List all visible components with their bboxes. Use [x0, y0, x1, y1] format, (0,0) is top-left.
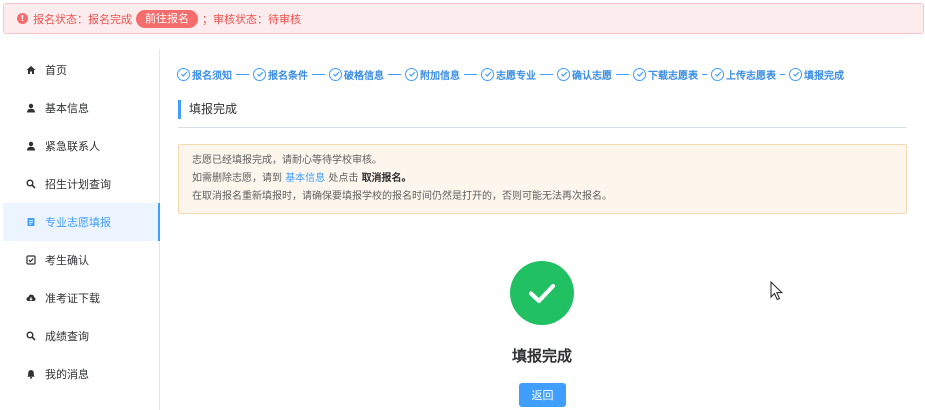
step-label: 填报完成: [804, 70, 844, 82]
step-item[interactable]: 志愿专业: [481, 67, 536, 82]
sidebar-item-label: 紧急联系人: [45, 140, 100, 153]
sidebar-item-label: 准考证下载: [45, 292, 100, 305]
user-icon: [23, 103, 39, 113]
sidebar-item-label: 招生计划查询: [45, 178, 111, 191]
step-connector: [312, 73, 325, 75]
sidebar-item-admission-ticket[interactable]: 准考证下载: [3, 279, 159, 317]
step-item[interactable]: 报名须知: [177, 67, 232, 82]
document-icon: [23, 217, 39, 227]
step-item[interactable]: 填报完成: [789, 67, 844, 82]
sidebar-item-label: 基本信息: [45, 102, 89, 115]
step-connector: [616, 73, 629, 75]
success-check-icon: [510, 261, 574, 325]
check-circle-icon: [789, 67, 802, 81]
step-connector: [464, 73, 477, 75]
status-separator: ；: [202, 12, 213, 26]
step-connector: [540, 73, 553, 75]
notice-line-1: 志愿已经填报完成，请耐心等待学校审核。: [192, 155, 382, 166]
notice-text: 如需删除志愿，请到: [192, 173, 282, 184]
sidebar-item-candidate-confirm[interactable]: 考生确认: [3, 241, 159, 279]
home-icon: [23, 65, 39, 75]
bell-icon: [23, 369, 39, 379]
step-label: 确认志愿: [572, 70, 612, 82]
notice-line-2: 如需删除志愿，请到 基本信息 处点击 取消报名。: [192, 170, 893, 188]
cancel-registration-text: 取消报名。: [361, 173, 412, 184]
progress-steps: 报名须知 报名条件 破格信息 附加信息 志愿专业 确认志愿 下载志愿表 上传志愿…: [177, 65, 907, 83]
step-label: 报名条件: [268, 70, 308, 82]
step-label: 志愿专业: [496, 70, 536, 82]
section-title: 填报完成: [178, 100, 237, 119]
error-icon: !: [17, 13, 28, 24]
check-circle-icon: [633, 67, 646, 81]
sidebar-item-basic-info[interactable]: 基本信息: [3, 89, 159, 127]
notice-line-3: 在取消报名重新填报时，请确保要填报学校的报名时间仍然是打开的，否则可能无法再次报…: [192, 191, 612, 202]
mouse-cursor-icon: [770, 281, 784, 301]
result-title: 填报完成: [511, 347, 572, 365]
basic-info-link[interactable]: 基本信息: [285, 173, 325, 184]
step-connector: [702, 73, 707, 75]
check-circle-icon: [405, 67, 418, 81]
step-item[interactable]: 报名条件: [253, 67, 308, 82]
sidebar-item-label: 专业志愿填报: [45, 216, 111, 229]
step-label: 破格信息: [344, 70, 384, 82]
sidebar-nav: 首页 基本信息 紧急联系人 招生计划查询 专业志愿填报 考生确认 准考证下载 成…: [3, 49, 160, 410]
cloud-download-icon: [23, 293, 39, 303]
step-item[interactable]: 下载志愿表: [633, 67, 698, 82]
check-circle-icon: [177, 67, 190, 81]
check-circle-icon: [253, 67, 266, 81]
back-button[interactable]: 返回: [519, 383, 566, 407]
step-connector: [388, 73, 401, 75]
section-divider: [178, 127, 907, 128]
sidebar-item-home[interactable]: 首页: [3, 51, 159, 89]
sidebar-item-label: 考生确认: [45, 254, 89, 267]
sidebar-item-score-query[interactable]: 成绩查询: [3, 317, 159, 355]
user-icon: [23, 141, 39, 151]
step-connector: [780, 73, 785, 75]
go-register-button[interactable]: 前往报名: [136, 9, 198, 28]
step-label: 下载志愿表: [648, 70, 698, 82]
registration-status-text: 报名状态：报名完成: [33, 12, 132, 26]
sidebar-item-emergency-contact[interactable]: 紧急联系人: [3, 127, 159, 165]
sidebar-item-my-messages[interactable]: 我的消息: [3, 355, 159, 393]
step-label: 报名须知: [192, 70, 232, 82]
sidebar-item-label: 首页: [45, 64, 67, 77]
checkbox-icon: [23, 255, 39, 265]
check-circle-icon: [557, 67, 570, 81]
review-status-text: 审核状态：待审核: [213, 12, 301, 26]
notice-box: 志愿已经填报完成，请耐心等待学校审核。 如需删除志愿，请到 基本信息 处点击 取…: [178, 144, 907, 214]
status-alert: ! 报名状态：报名完成 前往报名 ； 审核状态：待审核: [3, 3, 924, 34]
sidebar-item-label: 成绩查询: [45, 330, 89, 343]
check-circle-icon: [481, 67, 494, 81]
step-item[interactable]: 破格信息: [329, 67, 384, 82]
step-item[interactable]: 上传志愿表: [711, 67, 776, 82]
check-circle-icon: [711, 67, 724, 81]
step-connector: [236, 73, 249, 75]
sidebar-item-enrollment-plan[interactable]: 招生计划查询: [3, 165, 159, 203]
sidebar-item-label: 我的消息: [45, 368, 89, 381]
step-item[interactable]: 确认志愿: [557, 67, 612, 82]
search-icon: [23, 179, 39, 189]
notice-text: 处点击: [328, 173, 359, 184]
sidebar-item-major-application[interactable]: 专业志愿填报: [3, 203, 160, 241]
step-label: 附加信息: [420, 70, 460, 82]
search-icon: [23, 331, 39, 341]
step-label: 上传志愿表: [726, 70, 776, 82]
check-circle-icon: [329, 67, 342, 81]
step-item[interactable]: 附加信息: [405, 67, 460, 82]
